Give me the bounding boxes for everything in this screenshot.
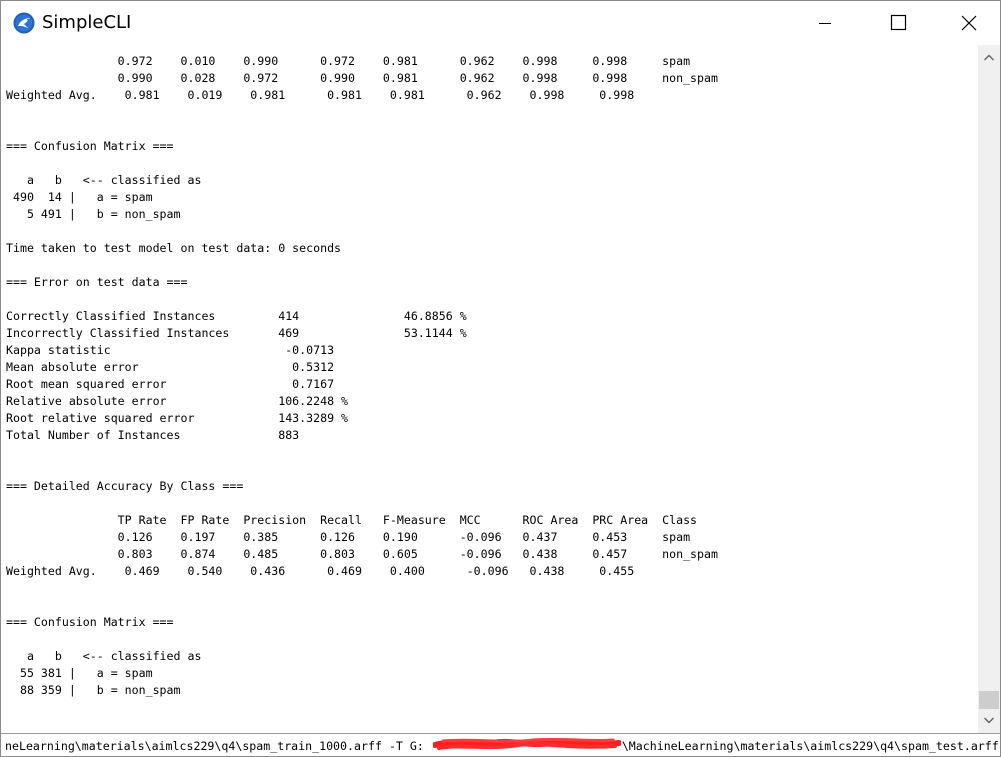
output-line: 0.803 0.874 0.485 0.803 0.605 -0.096 0.4… bbox=[6, 547, 718, 561]
output-line: === Confusion Matrix === bbox=[6, 139, 174, 153]
output-line: 55 381 | a = spam bbox=[6, 666, 153, 680]
output-line: 490 14 | a = spam bbox=[6, 190, 153, 204]
output-line: Kappa statistic -0.0713 bbox=[6, 343, 335, 357]
window-title: SimpleCLI bbox=[42, 12, 132, 33]
output-line: === Detailed Accuracy By Class === bbox=[6, 479, 244, 493]
scroll-down-button[interactable] bbox=[978, 709, 1000, 733]
output-line: 88 359 | b = non_spam bbox=[6, 683, 181, 697]
output-line: Total Number of Instances 883 bbox=[6, 428, 300, 442]
simplecli-window: SimpleCLI 0.972 0.010 0.990 0.972 0.981 … bbox=[0, 0, 1001, 757]
output-line: 5 491 | b = non_spam bbox=[6, 207, 181, 221]
output-line: Correctly Classified Instances 414 46.88… bbox=[6, 309, 467, 323]
output-line: TP Rate FP Rate Precision Recall F-Measu… bbox=[6, 513, 698, 527]
command-text-prefix: neLearning\materials\aimlcs229\q4\spam_t… bbox=[5, 739, 424, 753]
command-text-suffix: \MachineLearning\materials\aimlcs229\q4\… bbox=[621, 739, 998, 753]
output-line: Weighted Avg. 0.981 0.019 0.981 0.981 0.… bbox=[6, 88, 635, 102]
output-area[interactable]: 0.972 0.010 0.990 0.972 0.981 0.962 0.99… bbox=[1, 45, 978, 733]
output-line: === Error on test data === bbox=[6, 275, 188, 289]
scroll-up-arrow-icon bbox=[984, 54, 994, 61]
maximize-icon bbox=[890, 14, 907, 31]
output-line: Time taken to test model on test data: 0… bbox=[6, 241, 342, 255]
redaction-scribble bbox=[433, 737, 621, 750]
scrollbar-thumb[interactable] bbox=[979, 691, 999, 709]
output-line: 0.972 0.010 0.990 0.972 0.981 0.962 0.99… bbox=[6, 54, 691, 68]
scroll-down-arrow-icon bbox=[984, 717, 994, 724]
close-icon bbox=[961, 15, 977, 31]
maximize-button[interactable] bbox=[875, 1, 921, 45]
console-output: 0.972 0.010 0.990 0.972 0.981 0.962 0.99… bbox=[6, 53, 718, 699]
output-line: === Confusion Matrix === bbox=[6, 615, 174, 629]
output-line: Weighted Avg. 0.469 0.540 0.436 0.469 0.… bbox=[6, 564, 635, 578]
output-line: Relative absolute error 106.2248 % bbox=[6, 394, 349, 408]
close-button[interactable] bbox=[945, 1, 991, 45]
output-line: 0.990 0.028 0.972 0.990 0.981 0.962 0.99… bbox=[6, 71, 718, 85]
vertical-scrollbar[interactable] bbox=[978, 45, 1000, 733]
command-bar: neLearning\materials\aimlcs229\q4\spam_t… bbox=[1, 733, 1000, 756]
weka-bird-icon bbox=[13, 12, 35, 34]
output-line: Mean absolute error 0.5312 bbox=[6, 360, 335, 374]
output-line: a b <-- classified as bbox=[6, 173, 202, 187]
output-line: 0.126 0.197 0.385 0.126 0.190 -0.096 0.4… bbox=[6, 530, 691, 544]
minimize-button[interactable] bbox=[807, 1, 853, 45]
title-bar[interactable]: SimpleCLI bbox=[1, 1, 1000, 45]
output-line: Root relative squared error 143.3289 % bbox=[6, 411, 349, 425]
output-line: Incorrectly Classified Instances 469 53.… bbox=[6, 326, 467, 340]
scroll-up-button[interactable] bbox=[978, 45, 1000, 69]
output-line: a b <-- classified as bbox=[6, 649, 202, 663]
minimize-icon bbox=[819, 23, 831, 24]
output-line: Root mean squared error 0.7167 bbox=[6, 377, 335, 391]
